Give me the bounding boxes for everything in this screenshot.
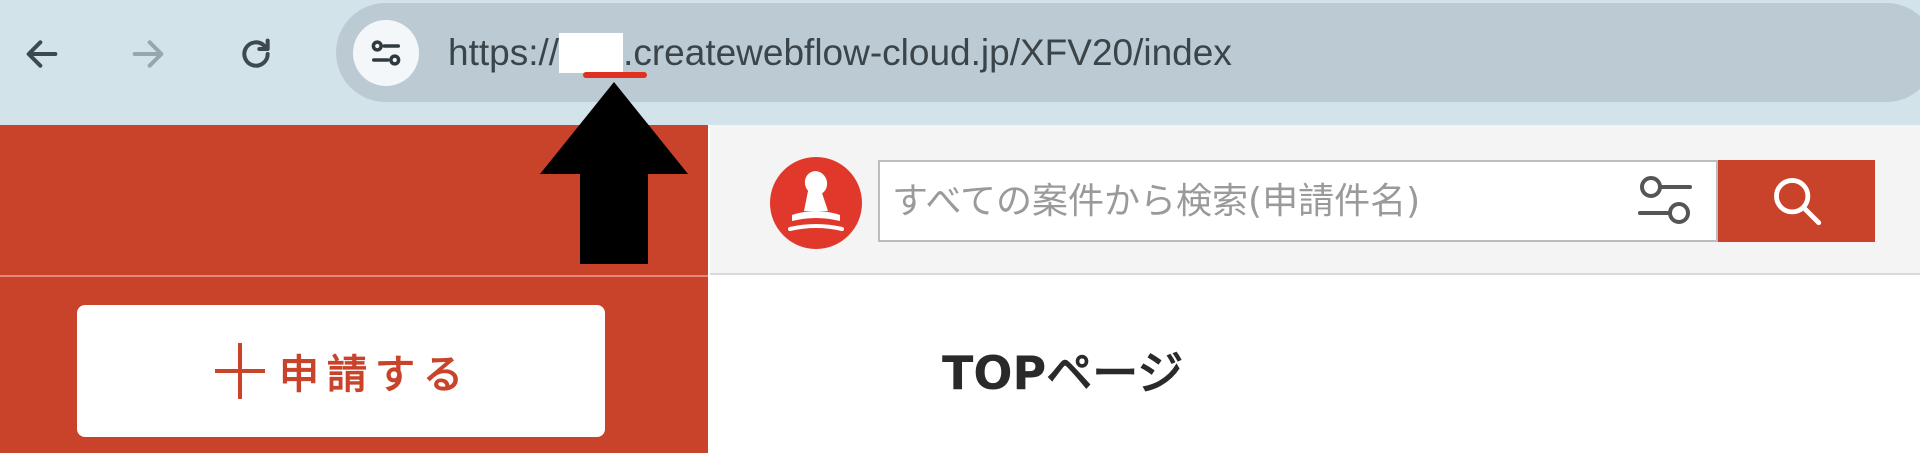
redaction-underline-mark [583,72,647,78]
search-button[interactable] [1718,160,1875,242]
plus-icon [215,343,265,399]
main-body [710,277,1920,453]
site-settings-button[interactable] [353,20,419,86]
filter-sliders-icon[interactable] [1636,173,1694,227]
forward-arrow-icon [132,40,164,68]
redacted-subdomain [559,33,624,73]
stamp-logo-icon[interactable] [770,157,862,249]
apply-button-label: 申請する [279,352,471,398]
search-icon [1773,178,1821,226]
url-prefix: https:// [448,32,560,73]
forward-button[interactable] [116,22,180,86]
url-suffix: .createwebflow-cloud.jp/XFV20/index [623,32,1232,73]
back-arrow-icon [26,40,58,68]
up-arrow-icon [540,82,688,264]
back-button[interactable] [10,22,74,86]
site-settings-icon [371,40,401,66]
search-input[interactable] [878,160,1718,242]
reload-button[interactable] [224,22,288,86]
sidebar-divider [0,275,708,277]
url-text[interactable]: https:// .createwebflow-cloud.jp/XFV20/in… [448,24,1232,82]
apply-button[interactable]: 申請する [77,305,605,437]
page-title: TOPページ [942,346,1184,400]
reload-icon [242,38,270,68]
